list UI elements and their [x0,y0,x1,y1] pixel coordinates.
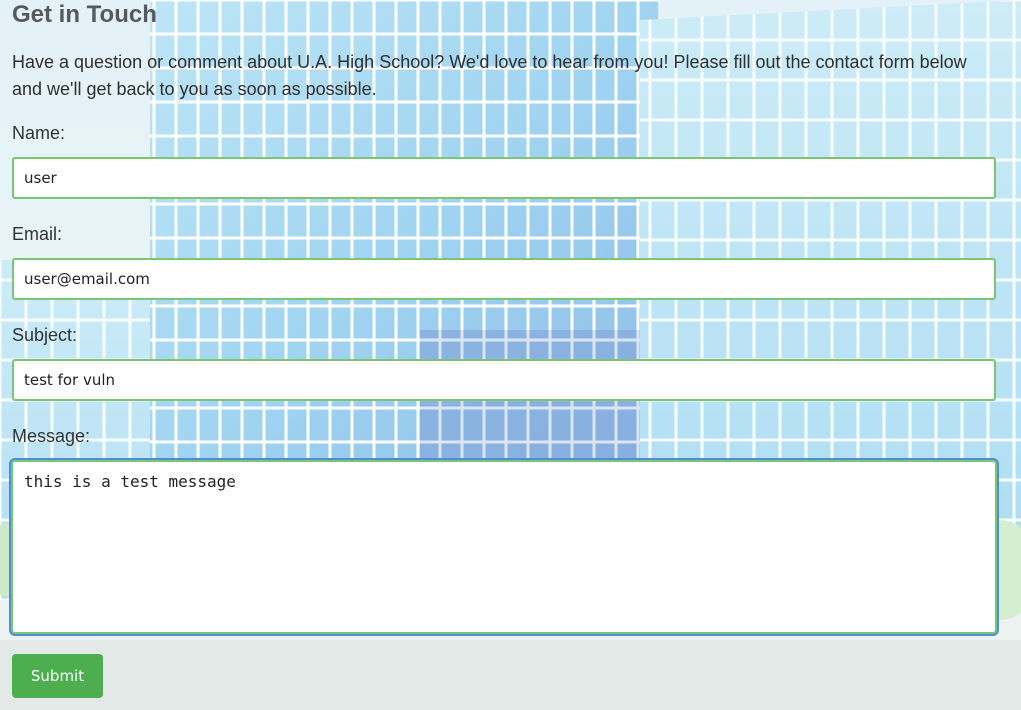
submit-button[interactable]: Submit [12,654,103,698]
message-label: Message: [12,426,91,446]
contact-form: Name: Email: Subject: Message: this is a… [11,123,997,698]
name-input[interactable] [12,157,996,199]
email-input[interactable] [12,258,996,300]
page-title: Get in Touch [12,1,157,28]
intro-text: Have a question or comment about U.A. Hi… [12,52,967,99]
email-label: Email: [12,224,63,244]
subject-input[interactable] [12,359,996,401]
message-textarea[interactable]: this is a test message [11,460,997,634]
name-label: Name: [12,123,66,143]
contact-section: Get in Touch Have a question or comment … [11,0,997,698]
subject-label: Subject: [12,325,78,345]
